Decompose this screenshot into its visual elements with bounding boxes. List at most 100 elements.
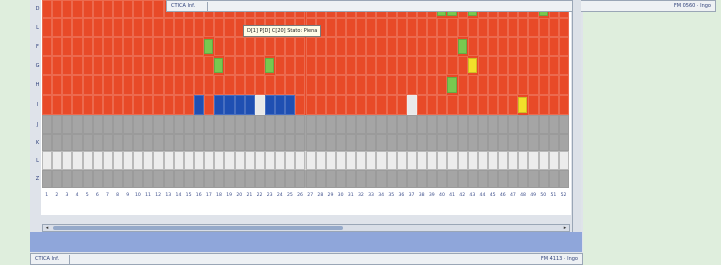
- grid-cell[interactable]: [518, 56, 529, 75]
- grid-cell-blue[interactable]: [285, 95, 296, 115]
- grid-cell[interactable]: [305, 151, 316, 170]
- grid-cell[interactable]: [194, 115, 205, 134]
- grid-cell[interactable]: [244, 56, 255, 75]
- grid-cell[interactable]: [366, 134, 377, 151]
- grid-cell[interactable]: [163, 151, 174, 170]
- grid-cell[interactable]: [548, 18, 559, 37]
- grid-cell[interactable]: [548, 56, 559, 75]
- grid-cell[interactable]: [234, 151, 245, 170]
- grid-cell[interactable]: [528, 95, 539, 115]
- grid-cell[interactable]: [72, 56, 83, 75]
- grid-cell[interactable]: [214, 151, 225, 170]
- grid-cell[interactable]: [72, 170, 83, 188]
- grid-cell[interactable]: [538, 115, 549, 134]
- grid-cell[interactable]: [366, 56, 377, 75]
- grid-cell[interactable]: [123, 170, 134, 188]
- grid-cell[interactable]: [112, 134, 124, 151]
- grid-cell[interactable]: [447, 18, 458, 37]
- grid-cell[interactable]: [508, 18, 519, 37]
- grid-cell-blue[interactable]: [275, 95, 286, 115]
- grid-cell[interactable]: [264, 170, 276, 188]
- grid-cell[interactable]: [396, 95, 407, 115]
- grid-cell[interactable]: [518, 170, 529, 188]
- grid-cell[interactable]: [396, 170, 407, 188]
- grid-cell[interactable]: [102, 37, 113, 56]
- grid-cell[interactable]: [153, 151, 164, 170]
- grid-cell[interactable]: [477, 56, 488, 75]
- grid-cell[interactable]: [82, 95, 93, 115]
- grid-cell[interactable]: [52, 134, 63, 151]
- grid-cell[interactable]: [42, 95, 53, 115]
- grid-cell[interactable]: [285, 151, 296, 170]
- grid-cell[interactable]: [143, 75, 154, 95]
- grid-cell[interactable]: [487, 56, 499, 75]
- grid-cell[interactable]: [558, 75, 569, 95]
- grid-cell[interactable]: [548, 170, 559, 188]
- grid-cell[interactable]: [467, 18, 478, 37]
- grid-cell[interactable]: [72, 0, 83, 18]
- grid-cell[interactable]: [133, 18, 144, 37]
- grid-cell[interactable]: [102, 170, 113, 188]
- grid-cell[interactable]: [153, 170, 164, 188]
- grid-cell[interactable]: [254, 75, 265, 95]
- grid-cell[interactable]: [92, 115, 103, 134]
- grid-cell[interactable]: [183, 37, 194, 56]
- grid-cell[interactable]: [275, 115, 286, 134]
- grid-cell[interactable]: [558, 170, 569, 188]
- grid-cell[interactable]: [52, 151, 63, 170]
- grid-cell[interactable]: [437, 115, 448, 134]
- grid-cell[interactable]: [538, 75, 549, 95]
- grid-cell[interactable]: [264, 151, 276, 170]
- grid-cell[interactable]: [183, 134, 194, 151]
- grid-cell[interactable]: [275, 134, 286, 151]
- grid-cell[interactable]: [356, 115, 367, 134]
- grid-cell[interactable]: [548, 75, 559, 95]
- grid-cell[interactable]: [72, 75, 83, 95]
- grid-cell[interactable]: [112, 56, 124, 75]
- grid-cell[interactable]: [346, 37, 357, 56]
- grid-cell[interactable]: [325, 115, 336, 134]
- grid-cell[interactable]: [325, 134, 336, 151]
- grid-cell[interactable]: [498, 115, 509, 134]
- grid-cell[interactable]: [92, 95, 103, 115]
- grid-cell[interactable]: [376, 115, 387, 134]
- grid-cell[interactable]: [325, 37, 336, 56]
- grid-cell[interactable]: [518, 18, 529, 37]
- grid-cell[interactable]: [315, 37, 326, 56]
- grid-cell[interactable]: [305, 56, 316, 75]
- grid-cell[interactable]: [133, 170, 144, 188]
- grid-cell[interactable]: [275, 37, 286, 56]
- grid-cell[interactable]: [163, 18, 174, 37]
- grid-cell[interactable]: [163, 115, 174, 134]
- grid-cell[interactable]: [143, 170, 154, 188]
- grid-cell[interactable]: [194, 151, 205, 170]
- grid-cell[interactable]: [356, 151, 367, 170]
- grid-cell[interactable]: [285, 56, 296, 75]
- grid-cell[interactable]: [548, 115, 559, 134]
- grid-cell[interactable]: [92, 170, 103, 188]
- grid-cell[interactable]: [254, 37, 265, 56]
- grid-cell[interactable]: [102, 75, 113, 95]
- grid-cell[interactable]: [498, 151, 509, 170]
- grid-cell[interactable]: [234, 75, 245, 95]
- grid-cell[interactable]: [244, 134, 255, 151]
- grid-cell-white[interactable]: [254, 95, 265, 115]
- grid-cell[interactable]: [487, 115, 499, 134]
- grid-cell[interactable]: [325, 56, 336, 75]
- grid-cell[interactable]: [437, 170, 448, 188]
- grid-cell[interactable]: [558, 18, 569, 37]
- grid-cell[interactable]: [558, 95, 569, 115]
- grid-cell[interactable]: [153, 134, 164, 151]
- grid-cell[interactable]: [447, 95, 458, 115]
- grid-cell[interactable]: [376, 75, 387, 95]
- grid-cell[interactable]: [82, 151, 93, 170]
- grid-cell[interactable]: [315, 75, 326, 95]
- grid-cell[interactable]: [275, 151, 286, 170]
- grid-cell[interactable]: [376, 18, 387, 37]
- grid-cell[interactable]: [528, 134, 539, 151]
- grid-cell[interactable]: [62, 0, 73, 18]
- grid-cell[interactable]: [254, 134, 265, 151]
- grid-cell[interactable]: [325, 170, 336, 188]
- grid-cell[interactable]: [396, 75, 407, 95]
- grid-cell[interactable]: [62, 134, 73, 151]
